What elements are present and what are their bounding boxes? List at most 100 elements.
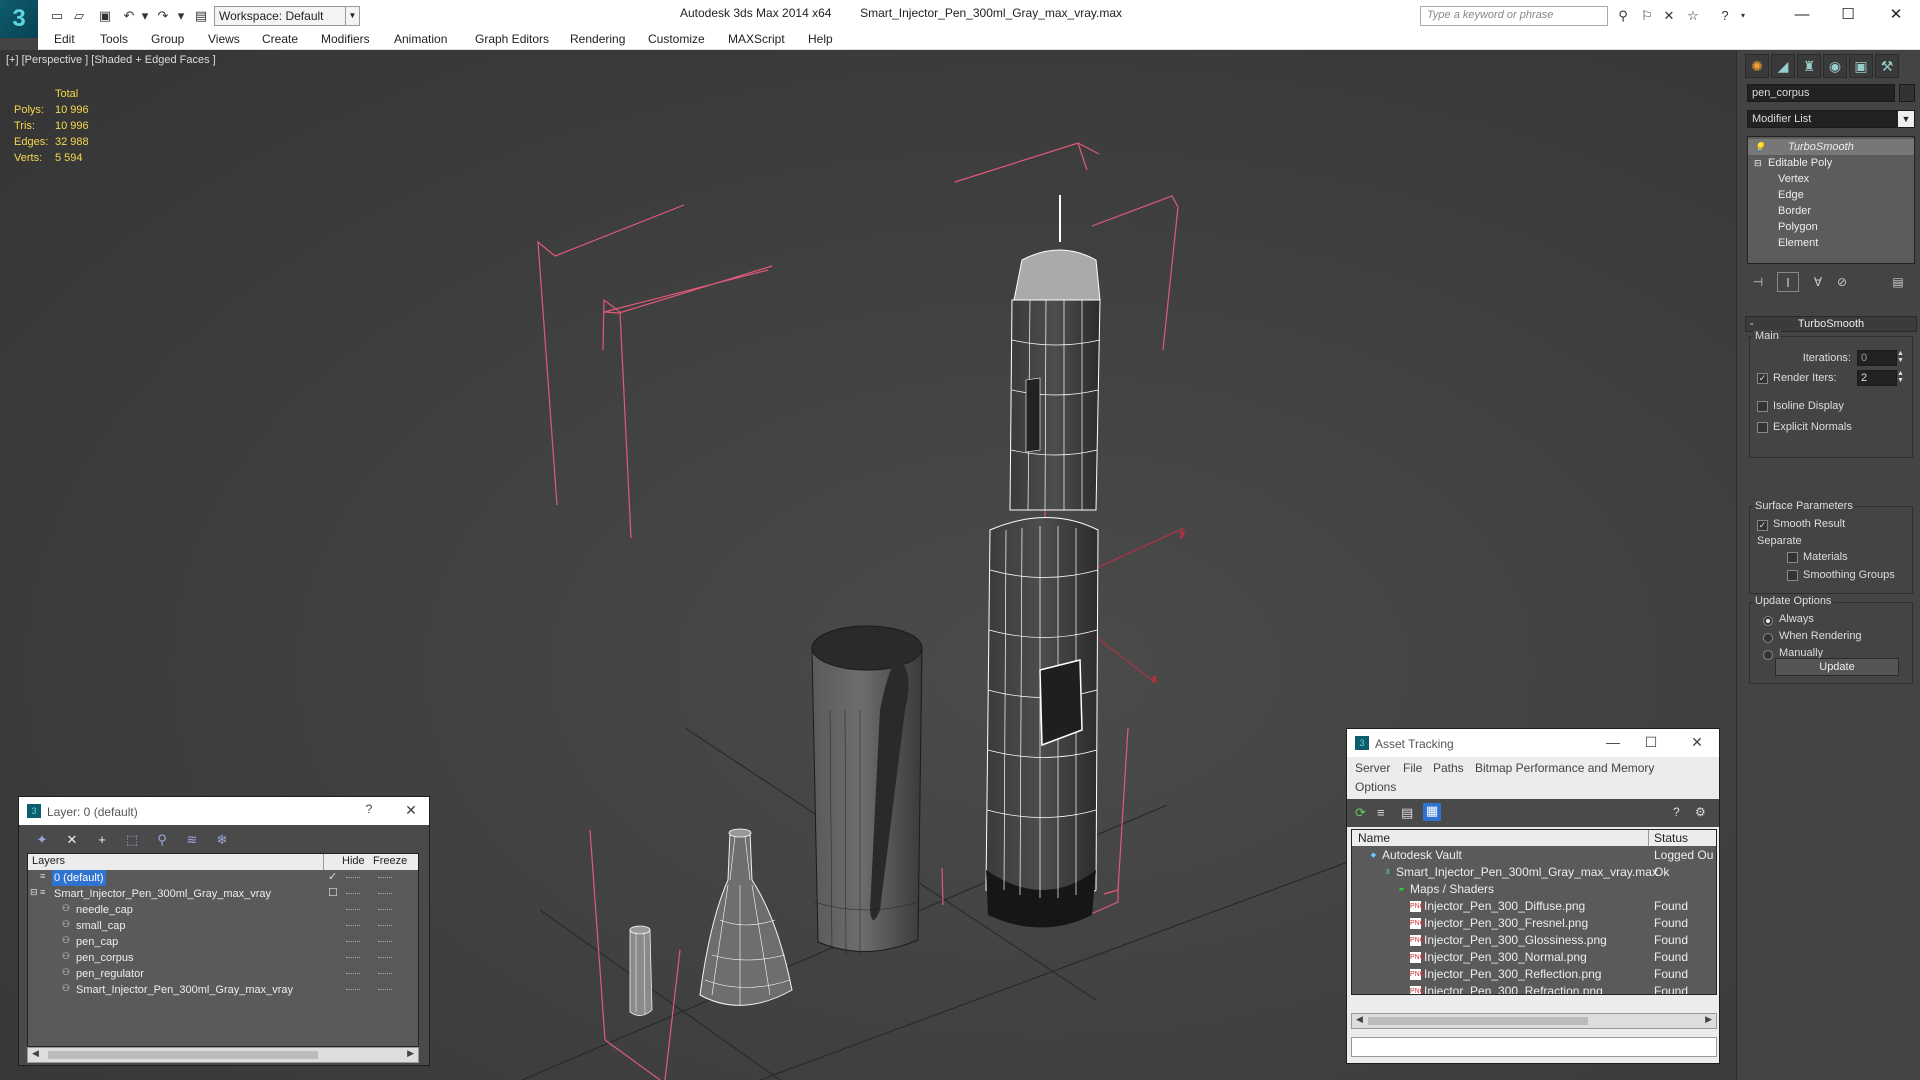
modify-tab-icon[interactable]: ◢	[1771, 54, 1795, 78]
search-input[interactable]: Type a keyword or phrase	[1420, 6, 1608, 26]
layer-row[interactable]: ⚇ small_cap	[28, 918, 418, 934]
menu-create[interactable]: Create	[262, 32, 298, 46]
minimize-icon[interactable]: —	[1782, 3, 1822, 27]
select-in-layer-icon[interactable]: ⬚	[123, 831, 141, 849]
menu-rendering[interactable]: Rendering	[570, 32, 625, 46]
column-name[interactable]: Name	[1358, 831, 1390, 845]
add-to-layer-icon[interactable]: +	[93, 831, 111, 849]
menu-views[interactable]: Views	[208, 32, 240, 46]
stack-item-element[interactable]: Element	[1748, 235, 1914, 251]
asset-row[interactable]: PNG Injector_Pen_300_Glossiness.png Found	[1352, 932, 1716, 949]
asset-row[interactable]: 3 Smart_Injector_Pen_300ml_Gray_max_vray.…	[1352, 864, 1716, 881]
hide-all-layers-icon[interactable]: ≋	[183, 831, 201, 849]
delete-layer-icon[interactable]: ✕	[63, 831, 81, 849]
layer-row[interactable]: ⚇ needle_cap	[28, 902, 418, 918]
menu-customize[interactable]: Customize	[648, 32, 705, 46]
render-iters-checkbox[interactable]: ✓	[1757, 373, 1768, 384]
menu-server[interactable]: Server	[1355, 761, 1390, 775]
always-radio[interactable]	[1763, 616, 1773, 626]
settings-icon[interactable]: ⚙	[1695, 805, 1706, 819]
menu-options[interactable]: Options	[1355, 780, 1396, 794]
column-layers[interactable]: Layers	[32, 855, 65, 867]
menu-graph-editors[interactable]: Graph Editors	[475, 32, 549, 46]
scroll-right-icon[interactable]: ▶	[1705, 1014, 1712, 1025]
freeze-toggle[interactable]	[378, 877, 392, 878]
scrollbar-thumb[interactable]	[1368, 1017, 1588, 1025]
stack-item-vertex[interactable]: Vertex	[1748, 171, 1914, 187]
layers-horizontal-scrollbar[interactable]: ◀ ▶	[27, 1047, 419, 1063]
object-name-field[interactable]: pen_corpus	[1747, 84, 1895, 102]
freeze-toggle[interactable]	[378, 925, 392, 926]
freeze-toggle[interactable]	[378, 973, 392, 974]
smoothing-groups-checkbox[interactable]	[1787, 570, 1798, 581]
smooth-result-checkbox[interactable]: ✓	[1757, 520, 1768, 531]
help-dropdown-icon[interactable]: ▾	[1734, 7, 1752, 25]
motion-tab-icon[interactable]: ◉	[1823, 54, 1847, 78]
render-iters-spinner[interactable]: 2	[1857, 370, 1897, 386]
column-hide[interactable]: Hide	[342, 855, 365, 867]
spinner-arrows-icon[interactable]: ▲ ▼	[1897, 350, 1904, 364]
binoculars-icon[interactable]: ⚲	[1614, 7, 1632, 25]
workspace-dropdown[interactable]: Workspace: Default ▼	[214, 6, 360, 26]
utilities-tab-icon[interactable]: ⚒	[1875, 54, 1899, 78]
manually-radio[interactable]	[1763, 650, 1773, 660]
freeze-all-layers-icon[interactable]: ❄	[213, 831, 231, 849]
set-active-layer-icon[interactable]: ☐	[328, 886, 338, 899]
display-tab-icon[interactable]: ▣	[1849, 54, 1873, 78]
stack-item-edge[interactable]: Edge	[1748, 187, 1914, 203]
menu-paths[interactable]: Paths	[1433, 761, 1464, 775]
scrollbar-thumb[interactable]	[48, 1051, 318, 1059]
close-icon[interactable]: ✕	[1876, 3, 1916, 27]
asset-row[interactable]: ▰ Maps / Shaders	[1352, 881, 1716, 898]
table-view-icon[interactable]: ▦	[1423, 803, 1441, 821]
project-folder-icon[interactable]: ▤	[192, 7, 210, 25]
redo-dropdown-icon[interactable]: ▾	[172, 7, 190, 25]
hide-toggle[interactable]	[346, 893, 360, 894]
asset-horizontal-scrollbar[interactable]: ◀ ▶	[1351, 1013, 1717, 1029]
stack-item-editable-poly[interactable]: ⊟ Editable Poly	[1748, 155, 1914, 171]
freeze-toggle[interactable]	[378, 909, 392, 910]
freeze-toggle[interactable]	[378, 957, 392, 958]
modifier-list-dropdown[interactable]: Modifier List ▼	[1747, 110, 1915, 128]
hide-toggle[interactable]	[346, 989, 360, 990]
layer-row[interactable]: ⚇ pen_regulator	[28, 966, 418, 982]
close-icon[interactable]: ✕	[1687, 734, 1707, 752]
scroll-left-icon[interactable]: ◀	[32, 1048, 39, 1059]
layer-row[interactable]: ≡ ⊟ Smart_Injector_Pen_300ml_Gray_max_vray…	[28, 886, 418, 902]
layer-row[interactable]: ⚇ pen_cap	[28, 934, 418, 950]
list-view-icon[interactable]: ≡	[1377, 805, 1385, 820]
menu-maxscript[interactable]: MAXScript	[728, 32, 785, 46]
menu-group[interactable]: Group	[151, 32, 184, 46]
hide-toggle[interactable]	[346, 909, 360, 910]
highlight-layer-icon[interactable]: ⚲	[153, 831, 171, 849]
freeze-toggle[interactable]	[378, 989, 392, 990]
stack-item-polygon[interactable]: Polygon	[1748, 219, 1914, 235]
asset-row[interactable]: ◆ Autodesk Vault Logged Ou	[1352, 847, 1716, 864]
menu-edit[interactable]: Edit	[54, 32, 75, 46]
hide-toggle[interactable]	[346, 973, 360, 974]
favorites-star-icon[interactable]: ☆	[1684, 7, 1702, 25]
column-status[interactable]: Status	[1654, 831, 1688, 845]
maximize-icon[interactable]: ☐	[1641, 734, 1661, 752]
hierarchy-tab-icon[interactable]: ♜	[1797, 54, 1821, 78]
hide-toggle[interactable]	[346, 877, 360, 878]
open-file-icon[interactable]: ▱	[70, 7, 88, 25]
scroll-left-icon[interactable]: ◀	[1356, 1014, 1363, 1025]
menu-tools[interactable]: Tools	[100, 32, 128, 46]
create-tab-icon[interactable]: ✺	[1745, 54, 1769, 78]
asset-row[interactable]: PNG Injector_Pen_300_Fresnel.png Found	[1352, 915, 1716, 932]
new-file-icon[interactable]: ▭	[48, 7, 66, 25]
menu-help[interactable]: Help	[808, 32, 833, 46]
when-rendering-radio[interactable]	[1763, 633, 1773, 643]
detail-view-icon[interactable]: ▤	[1401, 805, 1413, 821]
expand-icon[interactable]: ⊟	[1754, 155, 1762, 171]
exchange-icon[interactable]: ✕	[1660, 7, 1678, 25]
materials-checkbox[interactable]	[1787, 552, 1798, 563]
menu-file[interactable]: File	[1403, 761, 1422, 775]
bulb-icon[interactable]: 💡	[1754, 139, 1765, 155]
asset-row[interactable]: PNG Injector_Pen_300_Diffuse.png Found	[1352, 898, 1716, 915]
hide-toggle[interactable]	[346, 941, 360, 942]
save-icon[interactable]: ▣	[96, 7, 114, 25]
update-button[interactable]: Update	[1775, 658, 1899, 676]
app-logo-button[interactable]: 3	[0, 0, 38, 38]
